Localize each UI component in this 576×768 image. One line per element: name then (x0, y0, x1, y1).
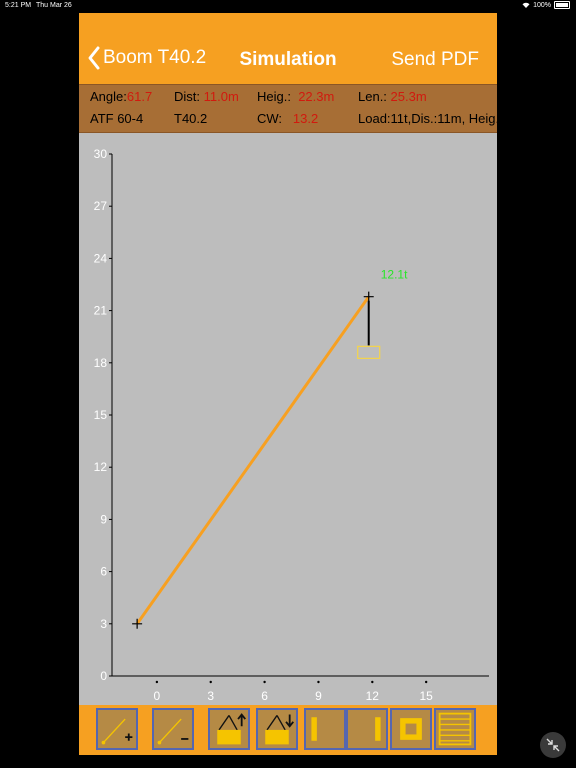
cw-label: CW: (257, 111, 283, 126)
load-lower-icon (265, 714, 294, 745)
load-raise-icon (217, 713, 246, 745)
y-tick-label: 24 (94, 251, 108, 265)
x-tick-label: 0 (154, 689, 161, 702)
dist-label: Dist: (174, 89, 200, 104)
y-tick-label: 0 (100, 669, 107, 683)
info-panel: Angle:61.7 Dist: 11.0m Heig.: 22.3m Len.… (79, 84, 497, 133)
x-tick-mark (263, 680, 266, 684)
y-tick-label: 27 (94, 199, 108, 213)
load-box (357, 345, 381, 359)
load-lower-button[interactable] (256, 708, 298, 750)
x-tick-label: 12 (366, 689, 380, 702)
y-tick-label: 12 (94, 460, 108, 474)
outrigger-left-button[interactable] (304, 708, 346, 750)
boom-retract-icon (157, 718, 189, 745)
dist-info: Dist: 11.0m (174, 89, 239, 104)
x-tick-label: 3 (207, 689, 214, 702)
load-raise-button[interactable] (208, 708, 250, 750)
x-tick-mark (424, 680, 428, 684)
angle-info: Angle:61.7 (90, 89, 152, 104)
boom-retract-button[interactable] (152, 708, 194, 750)
angle-value: 61.7 (126, 89, 153, 104)
y-tick-label: 21 (94, 304, 108, 318)
status-date: Thu Mar 26 (36, 2, 72, 9)
x-tick-mark (317, 680, 320, 684)
len-info: Len.: 25.3m (358, 89, 427, 104)
simulation-chart[interactable]: 0 3 6 9 12 15 18 21 24 27 30 0 3 6 9 12 15 12.1t (79, 132, 497, 702)
collapse-icon (546, 738, 560, 752)
angle-label: Angle: (90, 89, 127, 104)
battery-percent: 100% (533, 1, 551, 9)
status-time: 5:21 PM (5, 2, 32, 9)
load-label: 12.1t (381, 268, 408, 282)
outrigger-right-icon (375, 717, 381, 741)
counterweight-button[interactable] (390, 708, 432, 750)
status-right: 100% (522, 1, 570, 9)
x-tick-label: 9 (315, 689, 322, 702)
boom-extend-button[interactable] (96, 708, 138, 750)
collapse-button[interactable] (540, 732, 566, 758)
model-name: ATF 60-4 (90, 111, 144, 126)
wifi-icon (522, 2, 530, 8)
info-row-1: Angle:61.7 Dist: 11.0m Heig.: 22.3m Len.… (79, 89, 497, 109)
outrigger-left-icon (311, 717, 317, 741)
status-bar: 5:21 PM Thu Mar 26 100% (0, 0, 576, 12)
y-tick-label: 9 (100, 512, 107, 526)
battery-icon (554, 1, 570, 9)
toolbar (79, 705, 497, 755)
y-tick-label: 30 (94, 147, 108, 161)
y-tick-label: 15 (94, 408, 108, 422)
counterweight-icon (400, 718, 422, 740)
boom-line (135, 295, 370, 625)
len-value: 25.3m (390, 89, 427, 104)
x-tick-label: 6 (261, 689, 268, 702)
boom-extend-icon (101, 718, 133, 745)
x-tick-mark (155, 680, 159, 684)
y-tick-label: 3 (100, 617, 107, 631)
x-tick-mark (371, 680, 374, 684)
send-pdf-button[interactable]: Send PDF (391, 49, 479, 71)
x-tick-mark (209, 680, 212, 684)
outrigger-right-button[interactable] (346, 708, 388, 750)
dist-value: 11.0m (203, 89, 239, 104)
cw-value: 13.2 (292, 111, 319, 126)
info-row-2: ATF 60-4 T40.2 CW: 13.2 Load:11t,Dis.:11… (79, 111, 497, 131)
cw-info: CW: 13.2 (257, 111, 318, 126)
x-tick-label: 15 (419, 689, 433, 702)
grid-icon (438, 712, 472, 746)
len-label: Len.: (358, 89, 387, 104)
grid-button[interactable] (434, 708, 476, 750)
y-tick-label: 6 (100, 565, 107, 579)
load-info: Load:11t,Dis.:11m, Heig.:18.6m (358, 111, 497, 126)
app-window: Boom T40.2 Simulation Send PDF Angle:61.… (79, 13, 497, 755)
height-info: Heig.: 22.3m (257, 89, 334, 104)
height-value: 22.3m (298, 89, 335, 104)
nav-bar: Boom T40.2 Simulation Send PDF (79, 13, 497, 84)
height-label: Heig.: (257, 89, 291, 104)
y-tick-label: 18 (94, 356, 108, 370)
boom-name: T40.2 (174, 111, 208, 126)
